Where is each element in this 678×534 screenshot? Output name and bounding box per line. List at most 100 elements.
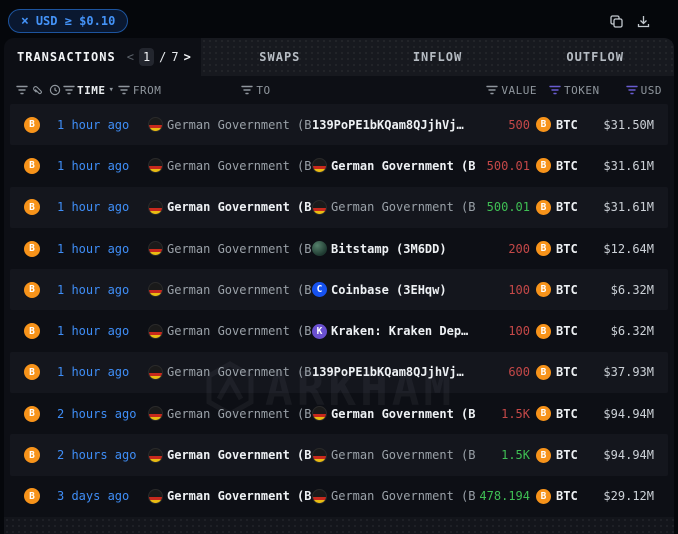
tab-outflow[interactable]: OUTFLOW: [516, 38, 674, 76]
german-government-icon: [312, 406, 327, 422]
usd-filter-chip[interactable]: × USD ≥ $0.10: [8, 9, 129, 33]
token-symbol: BTC: [556, 200, 578, 215]
german-government-icon: [148, 241, 163, 257]
to-entity-name: 139PoPE1bKQam8QJjhVj…: [312, 365, 464, 380]
transaction-row[interactable]: B 2 hours ago German Government (B Germa…: [10, 393, 668, 434]
tx-to[interactable]: German Government (B: [312, 406, 475, 422]
tx-usd: $12.64M: [603, 241, 654, 256]
to-entity-name: German Government (B: [331, 489, 475, 504]
from-entity-name: German Government (B: [167, 241, 312, 256]
tx-time[interactable]: 2 hours ago: [57, 448, 148, 462]
tx-time[interactable]: 1 hour ago: [57, 283, 148, 297]
tx-from[interactable]: German Government (B: [148, 241, 312, 257]
german-government-icon: [148, 406, 163, 422]
tx-token: B BTC: [530, 241, 585, 257]
tx-to[interactable]: German Government (B: [312, 199, 475, 215]
transaction-row[interactable]: B 2 hours ago German Government (B Germa…: [10, 434, 668, 476]
column-header-time[interactable]: TIME: [77, 84, 106, 97]
tx-to[interactable]: K Kraken: Kraken Dep…: [312, 323, 475, 339]
transaction-row[interactable]: B 1 hour ago German Government (B German…: [10, 186, 668, 228]
tx-value: 1.5K: [501, 406, 530, 421]
link-icon[interactable]: [31, 84, 44, 97]
tx-to[interactable]: 139PoPE1bKQam8QJjhVj…: [312, 118, 475, 132]
close-icon[interactable]: ×: [21, 15, 29, 28]
transaction-row[interactable]: B 1 hour ago German Government (B Bitsta…: [10, 228, 668, 269]
next-page-icon[interactable]: >: [184, 50, 191, 64]
tab-swaps[interactable]: SWAPS: [201, 38, 359, 76]
tx-from[interactable]: German Government (B: [148, 158, 312, 174]
prev-page-icon[interactable]: <: [127, 50, 134, 64]
column-header-value[interactable]: VALUE: [501, 84, 537, 97]
transaction-row[interactable]: B 1 hour ago German Government (B C Coin…: [10, 269, 668, 311]
token-symbol: BTC: [556, 241, 578, 256]
transaction-row[interactable]: B 1 hour ago German Government (B 139PoP…: [10, 351, 668, 394]
bottom-strip: [4, 516, 674, 534]
column-header-from[interactable]: FROM: [133, 84, 162, 97]
german-government-icon: [312, 199, 327, 215]
german-government-icon: [148, 282, 163, 298]
column-header-token[interactable]: TOKEN: [564, 84, 600, 97]
tab-transactions[interactable]: TRANSACTIONS < 1 / 7 >: [4, 38, 201, 76]
filter-icon[interactable]: [486, 85, 499, 95]
download-icon[interactable]: [635, 13, 652, 30]
tx-value: 200: [508, 241, 530, 256]
german-government-icon: [148, 364, 163, 380]
german-government-icon: [312, 158, 327, 174]
top-bar: × USD ≥ $0.10: [0, 0, 678, 38]
tx-time[interactable]: 1 hour ago: [57, 159, 148, 173]
tx-time[interactable]: 2 hours ago: [57, 407, 148, 421]
tx-from[interactable]: German Government (B: [148, 199, 312, 215]
tx-to[interactable]: German Government (B: [312, 488, 475, 504]
transaction-row[interactable]: B 3 days ago German Government (B German…: [10, 476, 668, 517]
tx-from[interactable]: German Government (B: [148, 282, 312, 298]
btc-chain-icon: B: [24, 405, 40, 422]
tx-from[interactable]: German Government (B: [148, 323, 312, 339]
tx-from[interactable]: German Government (B: [148, 488, 312, 504]
tx-to[interactable]: German Government (B: [312, 447, 475, 463]
filter-icon[interactable]: [63, 85, 75, 95]
token-symbol: BTC: [556, 406, 578, 421]
filter-icon[interactable]: [625, 85, 638, 95]
clock-icon[interactable]: [49, 84, 61, 96]
tab-inflow[interactable]: INFLOW: [359, 38, 517, 76]
from-entity-name: German Government (B: [167, 200, 312, 215]
filter-icon[interactable]: [549, 85, 561, 95]
tx-from[interactable]: German Government (B: [148, 364, 312, 380]
to-entity-name: Kraken: Kraken Dep…: [331, 324, 469, 339]
tx-usd: $94.94M: [603, 406, 654, 421]
tx-to[interactable]: C Coinbase (3EHqw): [312, 282, 475, 298]
copy-icon[interactable]: [608, 13, 625, 30]
tx-time[interactable]: 1 hour ago: [57, 200, 148, 214]
tx-time[interactable]: 1 hour ago: [57, 118, 148, 132]
tx-token: B BTC: [530, 282, 585, 298]
column-header-usd[interactable]: USD: [641, 84, 662, 97]
token-symbol: BTC: [556, 158, 578, 173]
filter-icon[interactable]: [16, 85, 28, 95]
tx-to[interactable]: German Government (B: [312, 158, 475, 174]
btc-chain-icon: B: [24, 488, 40, 505]
tx-value: 600: [508, 365, 530, 380]
tx-from[interactable]: German Government (B: [148, 447, 312, 463]
tx-to[interactable]: 139PoPE1bKQam8QJjhVj…: [312, 365, 475, 379]
from-entity-name: German Government (B: [167, 406, 312, 421]
transaction-row[interactable]: B 1 hour ago German Government (B K Krak…: [10, 310, 668, 351]
token-symbol: BTC: [556, 365, 578, 380]
coinbase-icon: C: [312, 282, 327, 298]
column-header-to[interactable]: TO: [256, 84, 270, 97]
filter-icon[interactable]: [241, 85, 254, 95]
tx-time[interactable]: 1 hour ago: [57, 365, 148, 379]
tx-time[interactable]: 1 hour ago: [57, 242, 148, 256]
btc-chain-icon: B: [24, 281, 40, 298]
transaction-row[interactable]: B 1 hour ago German Government (B German…: [10, 145, 668, 186]
tx-from[interactable]: German Government (B: [148, 117, 312, 133]
tx-time[interactable]: 3 days ago: [57, 489, 148, 503]
tx-time[interactable]: 1 hour ago: [57, 324, 148, 338]
table-header: TIME ▾ FROM TO VALUE TOKEN USD: [4, 76, 674, 104]
token-icon: B: [536, 158, 551, 174]
transaction-row[interactable]: B 1 hour ago German Government (B 139PoP…: [10, 104, 668, 146]
to-entity-name: Bitstamp (3M6DD): [331, 241, 447, 256]
filter-icon[interactable]: [118, 85, 130, 95]
tx-to[interactable]: Bitstamp (3M6DD): [312, 241, 475, 257]
tx-from[interactable]: German Government (B: [148, 406, 312, 422]
sort-caret-icon: ▾: [108, 85, 114, 95]
